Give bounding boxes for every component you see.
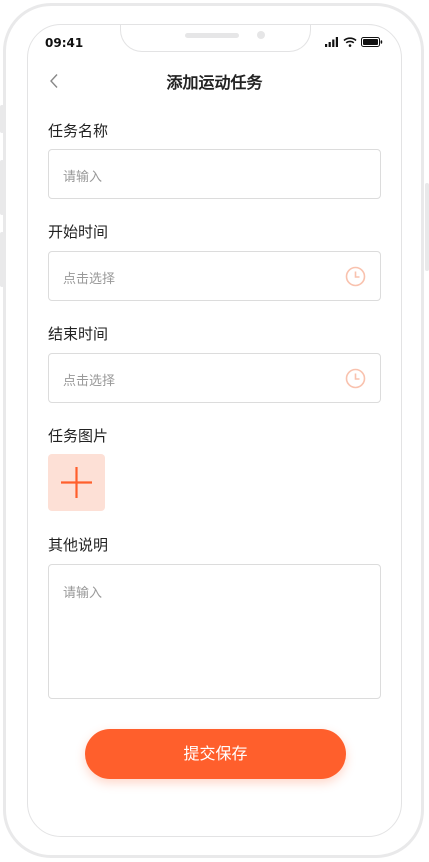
phone-side-button (0, 232, 4, 287)
end-time-picker[interactable]: 点击选择 (48, 353, 381, 403)
start-time-placeholder: 点击选择 (63, 272, 116, 287)
wifi-icon (343, 37, 357, 47)
status-icons (325, 37, 383, 47)
notes-placeholder: 请输入 (63, 586, 103, 601)
phone-power-button (425, 183, 429, 271)
notes-label: 其他说明 (48, 536, 109, 554)
signal-icon (325, 37, 338, 47)
phone-side-button (0, 160, 4, 215)
end-time-placeholder: 点击选择 (63, 374, 116, 389)
clock-icon (345, 266, 366, 287)
status-time: 09:41 (45, 36, 84, 50)
page-title: 添加运动任务 (166, 73, 263, 92)
task-image-label: 任务图片 (48, 427, 109, 445)
task-name-label: 任务名称 (48, 122, 109, 140)
start-time-label: 开始时间 (48, 223, 109, 241)
task-name-placeholder: 请输入 (63, 170, 103, 185)
speaker (185, 33, 239, 38)
end-time-label: 结束时间 (48, 325, 109, 343)
clock-icon (345, 368, 366, 389)
plus-icon (61, 467, 92, 498)
image-upload-button[interactable] (48, 454, 105, 511)
notes-textarea[interactable]: 请输入 (48, 564, 381, 699)
start-time-picker[interactable]: 点击选择 (48, 251, 381, 301)
phone-side-button (0, 105, 4, 133)
page-header: 添加运动任务 (28, 67, 401, 97)
task-name-input[interactable]: 请输入 (48, 149, 381, 199)
front-camera (257, 31, 265, 39)
phone-screen: 09:41 添加运动任务 任务名称 请输入 开始时间 点击选择 结束时间 点击选… (27, 24, 402, 837)
submit-label: 提交保存 (183, 744, 248, 763)
notch (120, 25, 311, 52)
battery-icon (361, 37, 383, 47)
submit-button[interactable]: 提交保存 (85, 729, 346, 779)
